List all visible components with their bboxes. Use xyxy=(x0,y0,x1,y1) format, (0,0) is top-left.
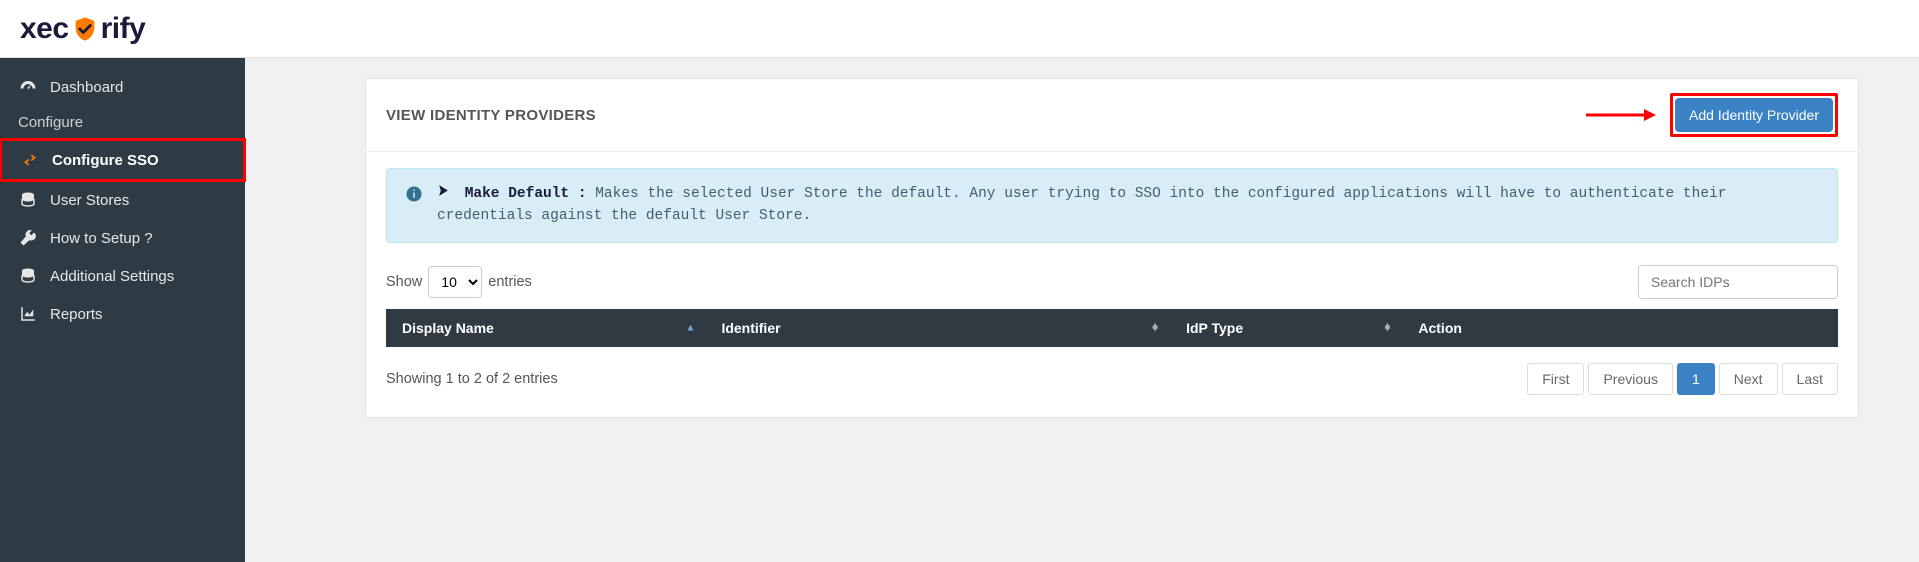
search-input[interactable] xyxy=(1638,265,1838,299)
page-previous-button[interactable]: Previous xyxy=(1588,363,1672,395)
database-icon xyxy=(18,267,38,285)
database-icon xyxy=(18,191,38,209)
brand-part2: rify xyxy=(101,12,146,46)
length-control: Show 10 entries xyxy=(386,266,532,298)
col-action: Action xyxy=(1402,309,1838,347)
table-footer: Showing 1 to 2 of 2 entries First Previo… xyxy=(386,363,1838,395)
sidebar-item-label: Configure xyxy=(18,114,83,131)
search-control xyxy=(1638,265,1838,299)
page-size-select[interactable]: 10 xyxy=(428,266,482,298)
table-info-text: Showing 1 to 2 of 2 entries xyxy=(386,371,558,387)
page-last-button[interactable]: Last xyxy=(1782,363,1838,395)
wrench-icon xyxy=(18,229,38,247)
sidebar-item-dashboard[interactable]: Dashboard xyxy=(0,68,245,106)
shield-icon xyxy=(71,15,99,43)
info-text: Make Default : Makes the selected User S… xyxy=(437,183,1819,228)
col-idp-type[interactable]: IdP Type ▲▼ xyxy=(1170,309,1402,347)
sidebar-item-label: Reports xyxy=(50,306,103,323)
main-content: VIEW IDENTITY PROVIDERS Add Identity Pro… xyxy=(245,58,1919,562)
page-number-button[interactable]: 1 xyxy=(1677,363,1715,395)
col-identifier[interactable]: Identifier ▲▼ xyxy=(705,309,1170,347)
panel-header: VIEW IDENTITY PROVIDERS Add Identity Pro… xyxy=(366,79,1858,152)
info-body: Makes the selected User Store the defaul… xyxy=(437,186,1726,224)
table-controls: Show 10 entries xyxy=(386,265,1838,299)
pointer-icon xyxy=(437,186,459,202)
page-next-button[interactable]: Next xyxy=(1719,363,1778,395)
chart-icon xyxy=(18,305,38,323)
sidebar-item-label: Dashboard xyxy=(50,79,123,96)
panel-view-idps: VIEW IDENTITY PROVIDERS Add Identity Pro… xyxy=(365,78,1859,418)
add-identity-provider-button[interactable]: Add Identity Provider xyxy=(1675,98,1833,132)
info-icon xyxy=(405,185,423,203)
show-prefix: Show xyxy=(386,274,422,290)
info-lead: Make Default : xyxy=(465,186,587,202)
sort-icon: ▲ xyxy=(686,326,696,330)
sidebar-item-label: How to Setup ? xyxy=(50,230,153,247)
brand-part1: xec xyxy=(20,12,69,46)
brand-logo: xec rify xyxy=(20,12,145,46)
sidebar-item-additional-settings[interactable]: Additional Settings xyxy=(0,257,245,295)
arrow-annotation xyxy=(1586,106,1656,124)
show-suffix: entries xyxy=(488,274,532,290)
sidebar-item-label: Configure SSO xyxy=(52,152,159,169)
sidebar: Dashboard Configure Configure SSO User S… xyxy=(0,58,245,562)
sidebar-item-label: Additional Settings xyxy=(50,268,174,285)
sidebar-item-label: User Stores xyxy=(50,192,129,209)
sidebar-item-configure-sso[interactable]: Configure SSO xyxy=(0,138,246,182)
info-box-make-default: Make Default : Makes the selected User S… xyxy=(386,168,1838,243)
gauge-icon xyxy=(18,78,38,96)
sort-icon: ▲▼ xyxy=(1382,324,1392,331)
sidebar-subheader-configure: Configure xyxy=(0,106,245,139)
col-display-name[interactable]: Display Name ▲ xyxy=(386,309,705,347)
sort-icon: ▲▼ xyxy=(1150,324,1160,331)
swap-icon xyxy=(20,151,40,169)
idp-table: Display Name ▲ Identifier ▲▼ IdP Type ▲▼ xyxy=(386,309,1838,347)
panel-title: VIEW IDENTITY PROVIDERS xyxy=(386,107,596,124)
sidebar-item-reports[interactable]: Reports xyxy=(0,295,245,333)
page-first-button[interactable]: First xyxy=(1527,363,1584,395)
sidebar-item-user-stores[interactable]: User Stores xyxy=(0,181,245,219)
topbar: xec rify xyxy=(0,0,1919,58)
highlight-box: Add Identity Provider xyxy=(1670,93,1838,137)
sidebar-item-how-to-setup[interactable]: How to Setup ? xyxy=(0,219,245,257)
pagination: First Previous 1 Next Last xyxy=(1527,363,1838,395)
